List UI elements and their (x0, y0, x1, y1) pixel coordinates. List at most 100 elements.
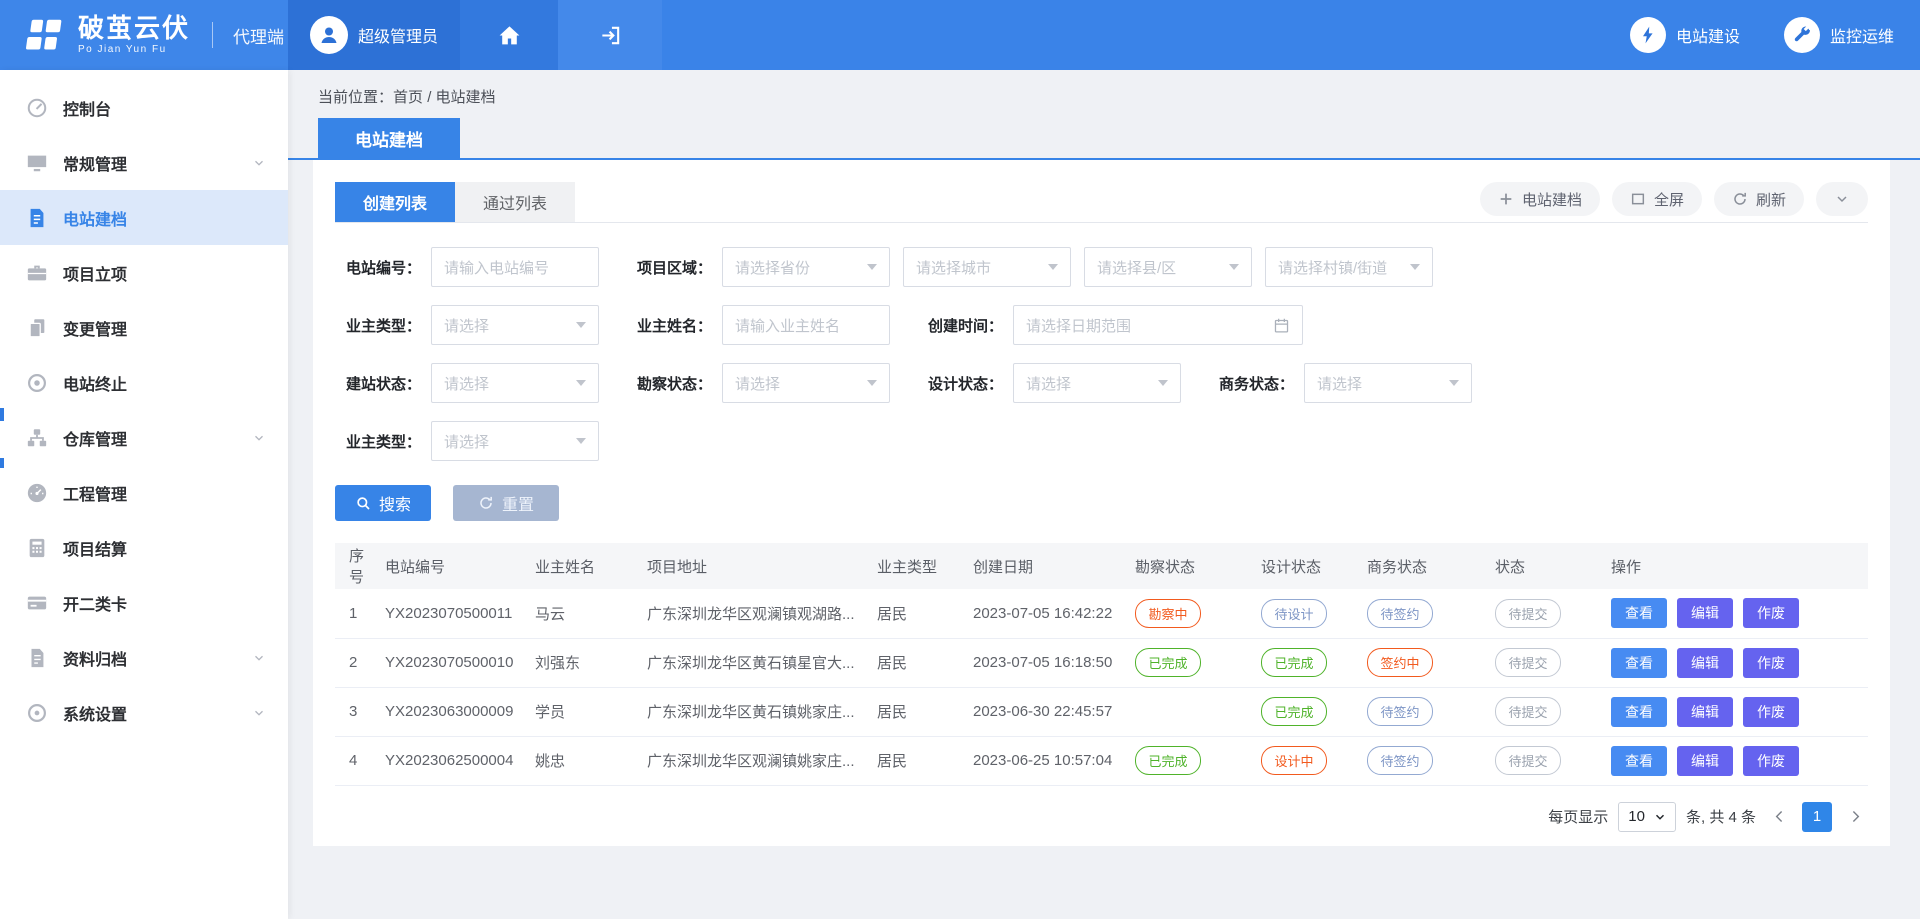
sidebar-item-label: 工程管理 (63, 481, 266, 505)
panel-tabs: 创建列表通过列表 (335, 182, 575, 222)
toolbar-button-3[interactable]: 刷新 (1714, 182, 1804, 216)
sidebar-item-7[interactable]: 仓库管理 (0, 410, 288, 465)
tab-1[interactable]: 创建列表 (335, 182, 455, 222)
search-icon (355, 495, 371, 511)
brand-portal-label: 代理端 (233, 23, 284, 48)
sidebar-item-label: 项目结算 (63, 536, 266, 560)
sidebar-item-6[interactable]: 电站终止 (0, 355, 288, 410)
filter-label: 业主姓名： (626, 315, 722, 336)
logout-button[interactable] (558, 0, 662, 70)
breadcrumb-home[interactable]: 首页 (393, 89, 423, 106)
dropdown-caret-icon (1449, 380, 1459, 386)
copy-icon (26, 317, 48, 339)
view-button[interactable]: 查看 (1611, 598, 1667, 628)
toolbar-button-1[interactable]: 电站建档 (1480, 182, 1600, 216)
void-button[interactable]: 作废 (1743, 598, 1799, 628)
panel-tabs-row: 创建列表通过列表 电站建档全屏刷新 (335, 182, 1868, 223)
prev-page-button[interactable] (1766, 802, 1792, 832)
home-button[interactable] (460, 0, 558, 70)
edit-button[interactable]: 编辑 (1677, 697, 1733, 727)
filter-group: 电站编号：请输入电站编号 (335, 247, 599, 287)
per-page-value: 10 (1628, 808, 1645, 825)
cell-business: 签约中 (1359, 638, 1487, 687)
filter-group: 创建时间：请选择日期范围 (917, 305, 1303, 345)
filter-select[interactable]: 请选择 (431, 363, 599, 403)
cell-address: 广东深圳龙华区观澜镇姚家庄... (639, 736, 869, 785)
sidebar-item-3[interactable]: 电站建档 (0, 190, 288, 245)
filter-select[interactable]: 请选择 (431, 421, 599, 461)
sidebar-item-12[interactable]: 系统设置 (0, 685, 288, 740)
filter-date[interactable]: 请选择日期范围 (1013, 305, 1303, 345)
quick-link-construction[interactable]: 电站建设 (1630, 17, 1740, 53)
status-badge: 已完成 (1135, 746, 1201, 775)
filter-input[interactable]: 请输入业主姓名 (722, 305, 890, 345)
sidebar-item-10[interactable]: 开二类卡 (0, 575, 288, 630)
edit-button[interactable]: 编辑 (1677, 648, 1733, 678)
current-page-button[interactable]: 1 (1802, 802, 1832, 832)
filter-select[interactable]: 请选择 (431, 305, 599, 345)
status-badge: 待提交 (1495, 648, 1561, 677)
tab-2[interactable]: 通过列表 (455, 182, 575, 222)
cell-created: 2023-06-30 22:45:57 (965, 687, 1127, 736)
page-tabstrip: 电站建档 (288, 118, 1920, 160)
void-button[interactable]: 作废 (1743, 697, 1799, 727)
placeholder-text: 请选择 (1026, 373, 1071, 394)
sidebar: 控制台常规管理电站建档项目立项变更管理电站终止仓库管理工程管理项目结算开二类卡资… (0, 70, 288, 919)
filter-select[interactable]: 请选择 (1304, 363, 1472, 403)
filter-select[interactable]: 请选择县/区 (1084, 247, 1252, 287)
page-tab-station-archive[interactable]: 电站建档 (318, 118, 460, 158)
toolbar-button-4[interactable] (1816, 182, 1868, 216)
view-button[interactable]: 查看 (1611, 697, 1667, 727)
void-button[interactable]: 作废 (1743, 648, 1799, 678)
breadcrumb-separator: / (427, 89, 431, 106)
filter-select[interactable]: 请选择城市 (903, 247, 1071, 287)
view-button[interactable]: 查看 (1611, 648, 1667, 678)
edit-button[interactable]: 编辑 (1677, 598, 1733, 628)
calculator-icon (26, 537, 48, 559)
reset-icon (478, 495, 494, 511)
chevron-left-icon (1771, 808, 1788, 825)
sidebar-item-9[interactable]: 项目结算 (0, 520, 288, 575)
chevron-down-icon (252, 651, 266, 665)
cell-design: 待设计 (1253, 589, 1359, 638)
cell-actions: 查看编辑作废 (1603, 638, 1868, 687)
edit-button[interactable]: 编辑 (1677, 746, 1733, 776)
view-button[interactable]: 查看 (1611, 746, 1667, 776)
filter-input[interactable]: 请输入电站编号 (431, 247, 599, 287)
cell-seq: 4 (335, 736, 377, 785)
filter-group: 项目区域：请选择省份 (626, 247, 890, 287)
next-page-button[interactable] (1842, 802, 1868, 832)
search-button[interactable]: 搜索 (335, 485, 431, 521)
sidebar-item-label: 变更管理 (63, 316, 266, 340)
filter-select[interactable]: 请选择 (1013, 363, 1181, 403)
sidebar-item-2[interactable]: 常规管理 (0, 135, 288, 190)
toolbar-button-2[interactable]: 全屏 (1612, 182, 1702, 216)
quick-link-monitoring[interactable]: 监控运维 (1784, 17, 1894, 53)
sidebar-item-8[interactable]: 工程管理 (0, 465, 288, 520)
sidebar-scroll-indicator[interactable] (0, 458, 4, 468)
filter-select[interactable]: 请选择村镇/街道 (1265, 247, 1433, 287)
reset-button[interactable]: 重置 (453, 485, 559, 521)
placeholder-text: 请选择城市 (916, 257, 991, 278)
placeholder-text: 请选择 (444, 373, 489, 394)
sidebar-item-4[interactable]: 项目立项 (0, 245, 288, 300)
sidebar-item-5[interactable]: 变更管理 (0, 300, 288, 355)
header-right: 电站建设 监控运维 (662, 0, 1920, 70)
brand-divider (212, 22, 213, 48)
user-menu[interactable]: 超级管理员 (288, 0, 460, 70)
status-badge: 待提交 (1495, 599, 1561, 628)
cell-business: 待签约 (1359, 736, 1487, 785)
table-column-header: 设计状态 (1253, 543, 1359, 589)
void-button[interactable]: 作废 (1743, 746, 1799, 776)
placeholder-text: 请选择 (444, 431, 489, 452)
cell-created: 2023-07-05 16:18:50 (965, 638, 1127, 687)
sidebar-scroll-indicator[interactable] (0, 408, 4, 421)
per-page-select[interactable]: 10 (1618, 802, 1676, 832)
disc-icon (26, 702, 48, 724)
filter-select[interactable]: 请选择 (722, 363, 890, 403)
sidebar-item-11[interactable]: 资料归档 (0, 630, 288, 685)
cell-owner_type: 居民 (869, 589, 965, 638)
status-badge: 已完成 (1261, 648, 1327, 677)
filter-select[interactable]: 请选择省份 (722, 247, 890, 287)
sidebar-item-1[interactable]: 控制台 (0, 80, 288, 135)
